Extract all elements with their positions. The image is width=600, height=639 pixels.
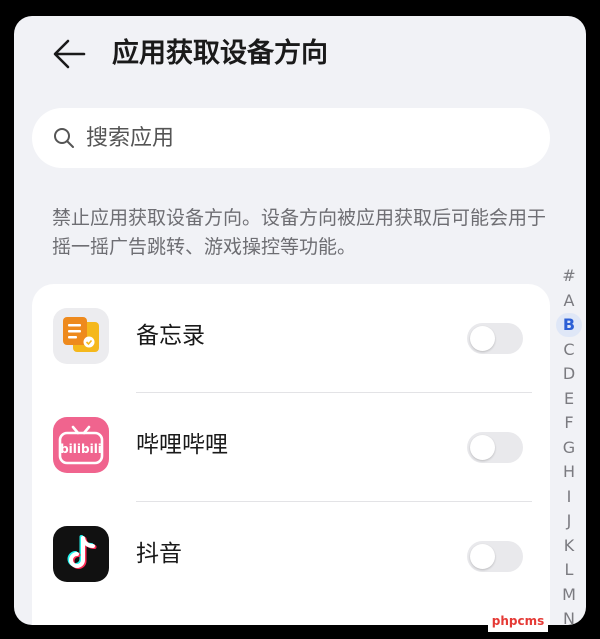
svg-text:bilibili: bilibili (60, 442, 102, 456)
back-button[interactable] (50, 36, 90, 72)
toggle-switch[interactable] (467, 541, 523, 572)
app-list: 备忘录 bilibili 哔哩哔哩 抖音 (32, 284, 550, 625)
toggle-switch[interactable] (467, 432, 523, 463)
search-bar[interactable] (32, 108, 550, 168)
search-input[interactable] (86, 118, 526, 158)
alpha-letter[interactable]: L (556, 558, 582, 582)
app-row-douyin: 抖音 (32, 502, 550, 611)
watermark: phpcms (488, 610, 548, 632)
alpha-letter[interactable]: N (556, 607, 582, 625)
app-name: 备忘录 (136, 323, 205, 349)
arrow-left-icon (53, 39, 86, 69)
toggle-knob (470, 435, 495, 460)
toggle-knob (470, 326, 495, 351)
alpha-letter[interactable]: C (556, 338, 582, 362)
alpha-letter[interactable]: I (556, 485, 582, 509)
alpha-letter[interactable]: E (556, 387, 582, 411)
alpha-letter-active[interactable]: B (556, 313, 582, 337)
bilibili-icon: bilibili (53, 417, 109, 473)
alpha-letter[interactable]: J (556, 509, 582, 533)
page-title: 应用获取设备方向 (112, 38, 328, 69)
alpha-letter[interactable]: D (556, 362, 582, 386)
alpha-letter[interactable]: K (556, 534, 582, 558)
alpha-letter[interactable]: F (556, 411, 582, 435)
alpha-letter[interactable]: H (556, 460, 582, 484)
app-row-bilibili: bilibili 哔哩哔哩 (32, 393, 550, 502)
description-text: 禁止应用获取设备方向。设备方向被应用获取后可能会用于摇一摇广告跳转、游戏操控等功… (52, 207, 547, 258)
douyin-icon (53, 526, 109, 582)
alpha-letter[interactable]: M (556, 583, 582, 607)
alpha-letter[interactable]: A (556, 289, 582, 313)
app-name: 抖音 (136, 541, 182, 567)
alpha-letter[interactable]: G (556, 436, 582, 460)
toggle-switch[interactable] (467, 323, 523, 354)
alpha-letter[interactable]: # (556, 264, 582, 288)
search-icon (54, 128, 74, 148)
header: 应用获取设备方向 (14, 16, 586, 96)
toggle-knob (470, 544, 495, 569)
app-row-notepad: 备忘录 (32, 284, 550, 393)
settings-screen: 应用获取设备方向 禁止应用获取设备方向。设备方向被应用获取后可能会用于摇一摇广告… (14, 16, 586, 625)
notepad-icon (53, 308, 109, 364)
app-name: 哔哩哔哩 (136, 432, 228, 458)
